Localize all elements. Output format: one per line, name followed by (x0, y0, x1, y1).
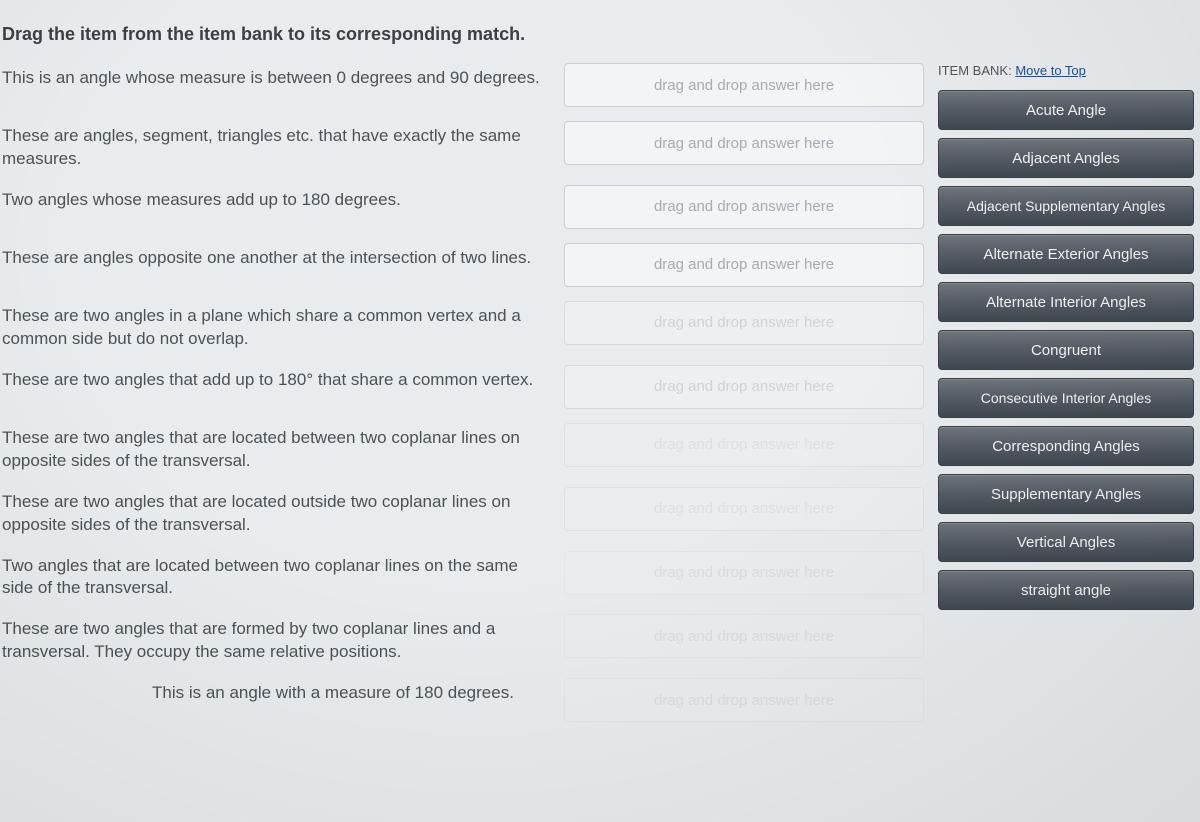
bank-item[interactable]: straight angle (938, 570, 1194, 610)
drop-target[interactable]: drag and drop answer here (564, 487, 924, 531)
definition-text: These are two angles that are formed by … (2, 614, 550, 664)
bank-item[interactable]: Consecutive Interior Angles (938, 378, 1194, 418)
bank-item[interactable]: Adjacent Supplementary Angles (938, 186, 1194, 226)
definition-text: Two angles whose measures add up to 180 … (2, 185, 550, 212)
definition-text: This is an angle whose measure is betwee… (2, 63, 550, 90)
drop-target[interactable]: drag and drop answer here (564, 614, 924, 658)
definition-text: These are two angles that are located ou… (2, 487, 550, 537)
drop-target[interactable]: drag and drop answer here (564, 551, 924, 595)
definition-text: Two angles that are located between two … (2, 551, 550, 601)
main-layout: This is an angle whose measure is betwee… (0, 63, 1200, 722)
drop-target[interactable]: drag and drop answer here (564, 243, 924, 287)
bank-item[interactable]: Adjacent Angles (938, 138, 1194, 178)
instruction-text: Drag the item from the item bank to its … (0, 0, 1200, 63)
drop-target[interactable]: drag and drop answer here (564, 185, 924, 229)
definition-text: These are angles opposite one another at… (2, 243, 550, 270)
bank-item[interactable]: Congruent (938, 330, 1194, 370)
move-to-top-link[interactable]: Move to Top (1015, 63, 1086, 78)
drop-target[interactable]: drag and drop answer here (564, 423, 924, 467)
bank-item[interactable]: Corresponding Angles (938, 426, 1194, 466)
drop-target[interactable]: drag and drop answer here (564, 365, 924, 409)
item-bank-column: ITEM BANK: Move to Top Acute Angle Adjac… (938, 63, 1194, 610)
drop-target[interactable]: drag and drop answer here (564, 678, 924, 722)
item-bank-prefix: ITEM BANK: (938, 63, 1012, 78)
drop-target[interactable]: drag and drop answer here (564, 121, 924, 165)
definition-text: These are angles, segment, triangles etc… (2, 121, 550, 171)
definitions-column: This is an angle whose measure is betwee… (2, 63, 924, 722)
drop-target[interactable]: drag and drop answer here (564, 301, 924, 345)
bank-item[interactable]: Alternate Exterior Angles (938, 234, 1194, 274)
drop-target[interactable]: drag and drop answer here (564, 63, 924, 107)
bank-item[interactable]: Vertical Angles (938, 522, 1194, 562)
definition-text: This is an angle with a measure of 180 d… (2, 678, 550, 705)
bank-item[interactable]: Alternate Interior Angles (938, 282, 1194, 322)
bank-item[interactable]: Supplementary Angles (938, 474, 1194, 514)
item-bank-label: ITEM BANK: Move to Top (938, 63, 1194, 78)
bank-item[interactable]: Acute Angle (938, 90, 1194, 130)
item-bank: Acute Angle Adjacent Angles Adjacent Sup… (938, 90, 1194, 610)
definition-text: These are two angles in a plane which sh… (2, 301, 550, 351)
definition-text: These are two angles that add up to 180°… (2, 365, 550, 392)
definition-text: These are two angles that are located be… (2, 423, 550, 473)
